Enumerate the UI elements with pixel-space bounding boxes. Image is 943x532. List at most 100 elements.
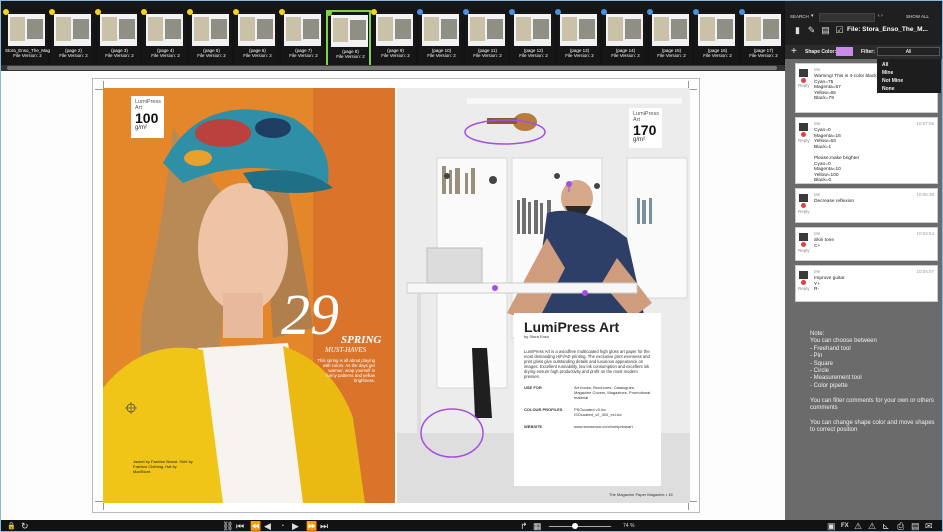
refresh-icon[interactable]: ↻ — [21, 521, 29, 531]
compare-icon[interactable]: ▣ — [827, 521, 836, 531]
page-thumbnail[interactable]: (page 4) File Version: 2 — [141, 9, 187, 67]
reply-link[interactable]: Reply — [798, 209, 810, 214]
comment-author: Me — [814, 269, 821, 274]
page-viewer[interactable]: LumiPress Art 100 g/m² 29 SPRING MUST-HA… — [1, 71, 785, 520]
arrow-tool-icon[interactable]: ↱ — [520, 521, 528, 531]
thumbnail-label: (page 15) File Version: 2 — [657, 48, 686, 58]
fx-icon[interactable]: FX — [841, 521, 849, 531]
thumbnail-label: (page 4) File Version: 2 — [151, 48, 180, 58]
comment-text: Improve guitar Y+ R- — [814, 276, 845, 293]
search-nav-icon[interactable]: ‹ › — [878, 13, 883, 19]
page-thumbnail[interactable]: (page 17) File Version: 2 — [739, 9, 785, 67]
thumbnail-image — [468, 14, 505, 46]
spec-weight: 100 — [135, 110, 159, 126]
page-spread[interactable]: LumiPress Art 100 g/m² 29 SPRING MUST-HA… — [92, 78, 700, 513]
page-thumbnail[interactable]: (page 7) File Version: 2 — [279, 9, 325, 67]
reply-link[interactable]: Reply — [798, 248, 810, 253]
comment-author: Me — [814, 67, 821, 72]
thumbnail-image — [146, 14, 183, 46]
comment-card[interactable]: Reply Me 10:04:07 Improve guitar Y+ R- — [795, 265, 938, 302]
thumbnail-image — [560, 14, 597, 46]
status-dot — [801, 132, 806, 137]
comment-text: Cyan=0 Magenta=16 Yellow=63 Black=1 Plea… — [814, 128, 860, 184]
prev-spread-icon[interactable]: ⏪ — [250, 521, 261, 531]
page-thumbnail[interactable]: (page 15) File Version: 2 — [647, 9, 693, 67]
pencil-icon[interactable]: ✎ — [807, 26, 816, 35]
comment-card[interactable]: Reply Me 10:05:38 Decrease reflexion — [795, 188, 938, 223]
filter-select[interactable]: All — [877, 47, 940, 56]
filter-option[interactable]: None — [882, 86, 895, 92]
page-thumbnail[interactable]: (page 12) File Version: 2 — [509, 9, 555, 67]
first-page-icon[interactable]: ⏮ — [236, 521, 244, 531]
page-thumbnail[interactable]: (page 3) File Version: 2 — [95, 9, 141, 67]
thumbnail-image — [652, 14, 689, 46]
filter-option[interactable]: Mine — [882, 70, 893, 76]
mail-icon[interactable]: ✉ — [925, 521, 933, 531]
shape-color-swatch[interactable] — [836, 47, 853, 56]
page-footer: The Magazine Paper Magazine • 15 — [609, 492, 673, 497]
avatar — [799, 69, 808, 77]
headline-text: SPRING — [341, 334, 382, 346]
search-input[interactable] — [819, 13, 875, 22]
info-icon[interactable]: ▮ — [793, 26, 802, 35]
page-thumbnail[interactable]: (page 8) File Version: 2 — [326, 10, 371, 67]
page-thumbnail[interactable]: (page 16) File Version: 2 — [693, 9, 739, 67]
fit-page-icon[interactable]: ▦ — [533, 521, 542, 531]
warning-icon[interactable]: ⚠ — [854, 521, 862, 531]
page-left: LumiPress Art 100 g/m² 29 SPRING MUST-HA… — [103, 88, 395, 503]
reply-link[interactable]: Reply — [798, 83, 810, 88]
comment-card[interactable]: Reply Me 10:07:06 Cyan=0 Magenta=16 Yellow=… — [795, 117, 938, 184]
show-all-button[interactable]: SHOW ALL — [906, 14, 929, 19]
chevron-down-icon[interactable]: ▾ — [811, 13, 814, 19]
avatar — [799, 194, 808, 202]
page-thumbnail[interactable]: (page 14) File Version: 2 — [601, 9, 647, 67]
page-thumbnail[interactable]: Stora_Enso_The_Mag File Version: 2 — [3, 9, 50, 67]
help-note: Note: You can choose between - Freehand … — [810, 331, 935, 434]
avatar — [799, 233, 808, 241]
scrollbar-handle[interactable] — [7, 66, 777, 70]
print-icon[interactable]: ⎙ — [897, 521, 904, 531]
zoom-slider[interactable] — [549, 526, 611, 527]
comment-time: 10:07:06 — [916, 121, 934, 126]
ruler-icon[interactable]: ⊾ — [882, 521, 890, 531]
comment-author: Me — [814, 121, 821, 126]
comment-card[interactable]: Reply Me 10:04:54 Skin tone C+ — [795, 227, 938, 261]
page-thumbnail[interactable]: (page 2) File Version: 2 — [49, 9, 95, 67]
page-thumbnail[interactable]: (page 10) File Version: 2 — [417, 9, 463, 67]
filter-option[interactable]: All — [882, 62, 888, 68]
next-spread-icon[interactable]: ⏩ — [306, 521, 317, 531]
page-thumbnail[interactable]: (page 5) File Version: 2 — [187, 9, 233, 67]
add-comment-icon[interactable]: + — [791, 46, 797, 57]
headline-number: 29 — [281, 282, 339, 347]
fashion-photo — [103, 88, 395, 503]
thumbnail-label: (page 8) File Version: 2 — [336, 49, 365, 59]
reply-link[interactable]: Reply — [798, 138, 810, 143]
page-thumbnail[interactable]: (page 6) File Version: 2 — [233, 9, 279, 67]
thumbnail-image — [606, 14, 643, 46]
layers-icon[interactable]: ▤ — [911, 521, 920, 531]
filter-label: Filter: — [861, 49, 875, 55]
zoom-slider-handle[interactable] — [572, 523, 578, 529]
next-page-icon[interactable]: ▶ — [292, 521, 299, 531]
last-page-icon[interactable]: ⏭ — [320, 521, 328, 531]
thumbnail-image — [698, 14, 735, 46]
lock-icon[interactable]: 🔒 — [7, 521, 16, 531]
thumbnail-image — [8, 14, 45, 46]
document-icon[interactable]: ▤ — [821, 26, 830, 35]
page-thumbnail[interactable]: (page 9) File Version: 2 — [371, 9, 417, 67]
paper-spec-badge-right: LumiPress Art 170 g/m² — [629, 108, 662, 148]
page-thumbnail[interactable]: (page 13) File Version: 2 — [555, 9, 601, 67]
checkbox-icon[interactable]: ☑ — [835, 26, 844, 35]
comment-time: 10:04:07 — [916, 269, 934, 274]
reply-link[interactable]: Reply — [798, 286, 810, 291]
thumbnail-label: (page 17) File Version: 2 — [749, 48, 778, 58]
link-icon[interactable]: ⛓ — [222, 521, 233, 531]
thumbnail-label: (page 14) File Version: 2 — [611, 48, 640, 58]
measure-icon[interactable]: ⚠ — [868, 521, 876, 531]
page-thumbnail[interactable]: (page 11) File Version: 2 — [463, 9, 509, 67]
thumbnail-strip: Stora_Enso_The_Mag File Version: 2 (page 2… — [1, 1, 785, 71]
status-dot — [801, 203, 806, 208]
prev-page-icon[interactable]: ◀ — [264, 521, 271, 531]
filter-option[interactable]: Not Mine — [882, 78, 903, 84]
thumbnail-label: (page 12) File Version: 2 — [519, 48, 548, 58]
